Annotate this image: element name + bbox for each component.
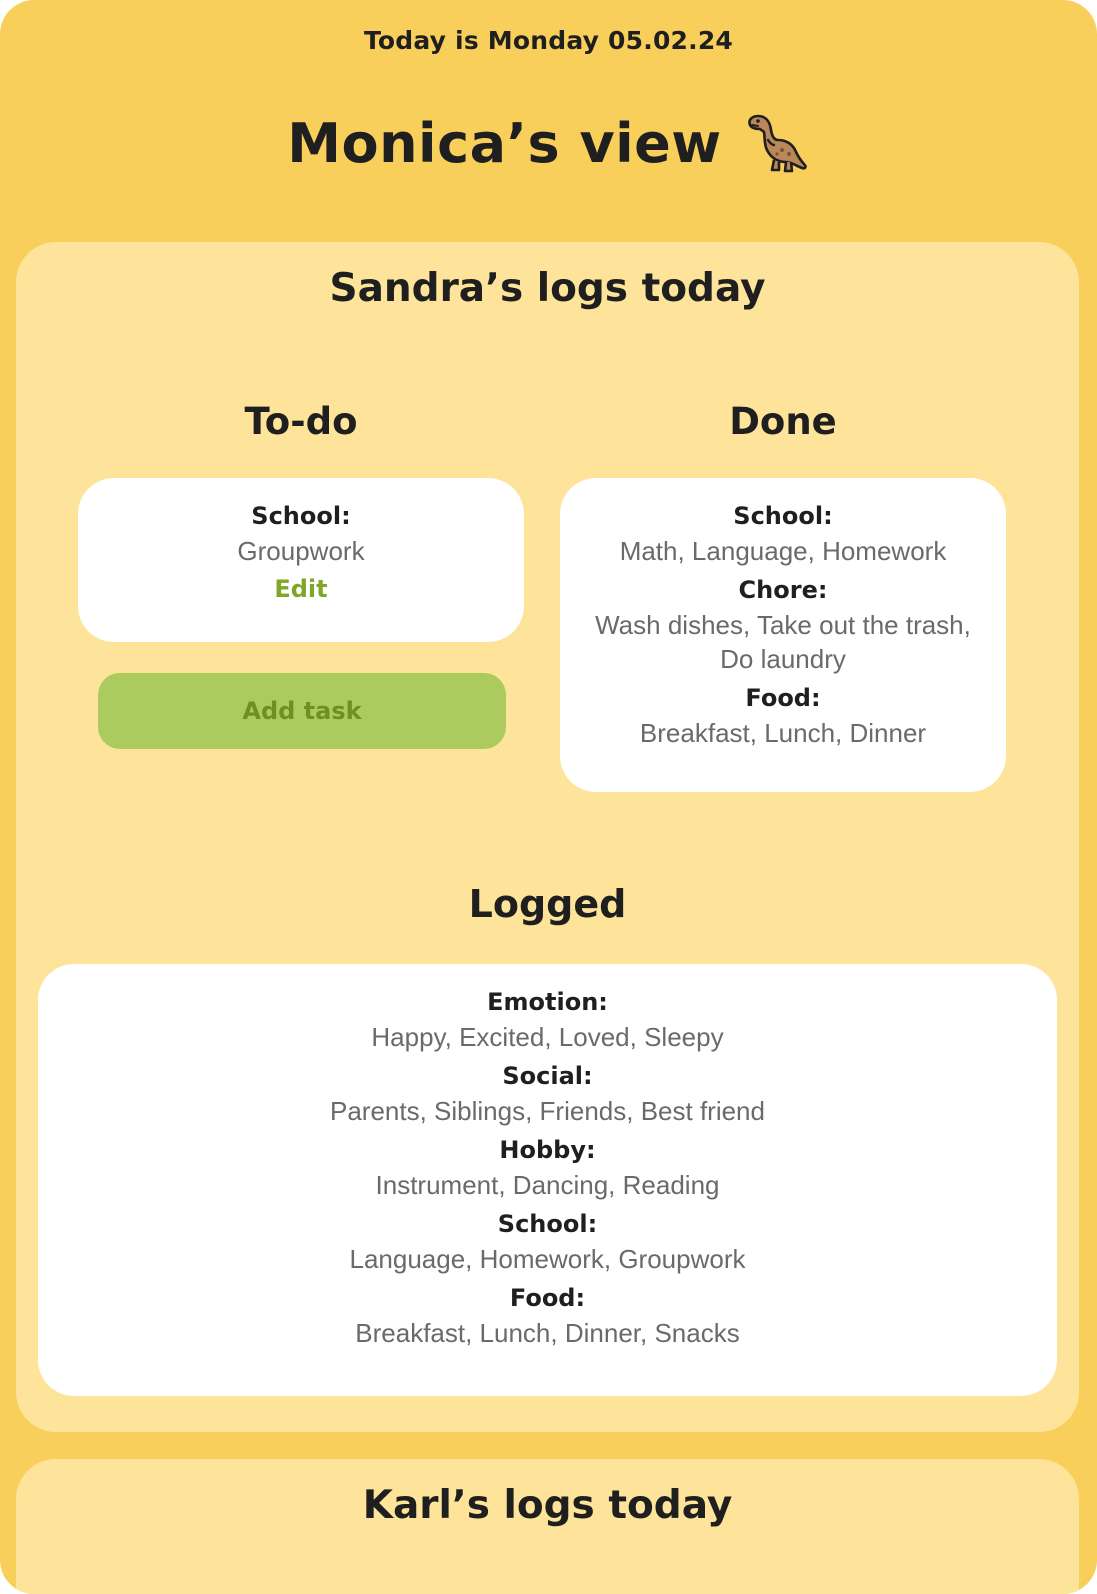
done-heading: Done xyxy=(729,400,837,443)
todo-category-items: Groupwork xyxy=(237,536,365,566)
done-card: School: Math, Language, Homework Chore: … xyxy=(560,478,1006,792)
karl-panel-title: Karl’s logs today xyxy=(362,1483,733,1528)
done-category-items: Math, Language, Homework xyxy=(619,536,947,566)
page-title-row: Monica’s view xyxy=(0,110,1097,176)
done-category-label: Chore: xyxy=(738,576,828,604)
todo-category-label: School: xyxy=(251,502,351,530)
todo-card: School: Groupwork Edit xyxy=(78,478,524,642)
karl-logs-panel: Karl’s logs today xyxy=(16,1459,1079,1594)
logged-category-label: Social: xyxy=(502,1062,593,1090)
logged-category-items: Instrument, Dancing, Reading xyxy=(375,1170,720,1200)
todo-heading: To-do xyxy=(244,400,358,443)
logged-category-items: Breakfast, Lunch, Dinner, Snacks xyxy=(355,1318,740,1348)
logged-category-label: Emotion: xyxy=(487,988,608,1016)
done-category-items: Breakfast, Lunch, Dinner xyxy=(639,718,927,748)
dinosaur-icon xyxy=(744,110,810,176)
logged-category-items: Happy, Excited, Loved, Sleepy xyxy=(371,1022,724,1052)
done-category-label: School: xyxy=(733,502,833,530)
logged-card: Emotion: Happy, Excited, Loved, Sleepy S… xyxy=(38,964,1057,1396)
sandra-logs-panel: Sandra’s logs today To-do Done School: G… xyxy=(16,242,1079,1432)
logged-category-items: Parents, Siblings, Friends, Best friend xyxy=(330,1096,765,1126)
logged-category-label: Hobby: xyxy=(499,1136,596,1164)
logged-category-label: Food: xyxy=(509,1284,586,1312)
logged-category-label: School: xyxy=(497,1210,598,1238)
done-category-items: Do laundry xyxy=(720,644,846,674)
edit-button[interactable]: Edit xyxy=(78,572,524,606)
sandra-panel-title: Sandra’s logs today xyxy=(329,266,766,311)
done-category-label: Food: xyxy=(745,684,821,712)
date-text: Today is Monday 05.02.24 xyxy=(363,26,734,55)
done-category-items: Wash dishes, Take out the trash, xyxy=(595,610,971,640)
logged-category-items: Language, Homework, Groupwork xyxy=(349,1244,746,1274)
page-title: Monica’s view xyxy=(287,111,722,175)
add-task-button[interactable]: Add task xyxy=(98,673,506,749)
logged-heading: Logged xyxy=(468,882,627,926)
app-page: Today is Monday 05.02.24 Monica’s view S… xyxy=(0,0,1097,1594)
